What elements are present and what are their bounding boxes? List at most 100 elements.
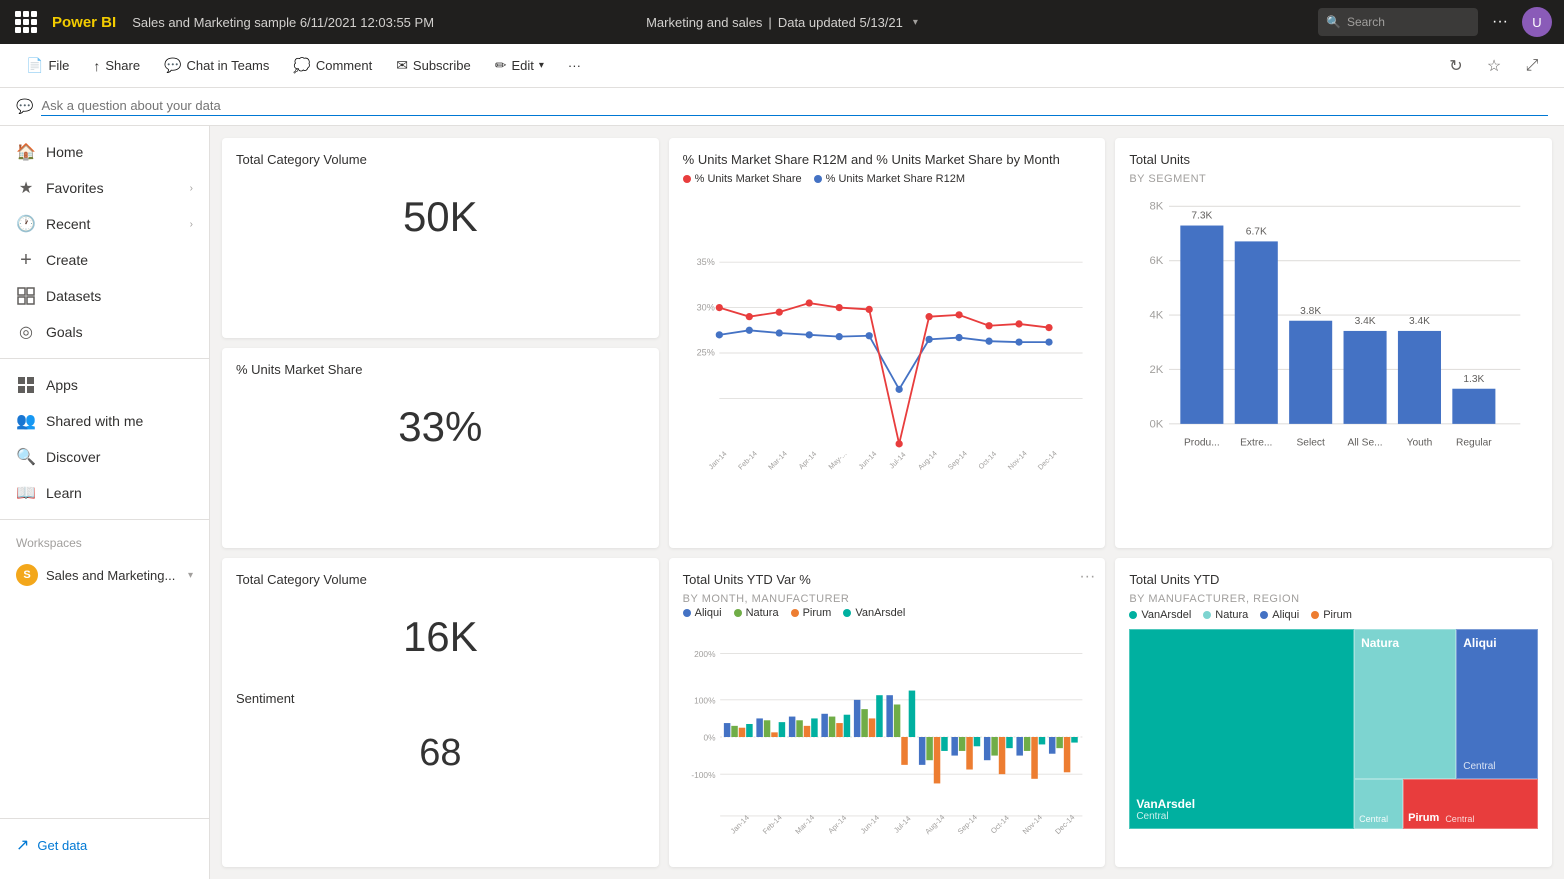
card-value: 50K xyxy=(236,173,645,261)
line-chart-legend: % Units Market Share % Units Market Shar… xyxy=(683,173,1092,185)
qna-input[interactable] xyxy=(41,98,1548,116)
sidebar-item-goals[interactable]: ◎ Goals xyxy=(0,314,209,350)
shared-icon: 👥 xyxy=(16,411,36,431)
ytd-subtitle: BY MANUFACTURER, REGION xyxy=(1129,593,1538,605)
fullscreen-button[interactable]: ⤢ xyxy=(1516,50,1548,82)
teams-icon: 💬 xyxy=(164,57,181,74)
svg-text:Jul-14: Jul-14 xyxy=(892,814,913,835)
sidebar-item-learn[interactable]: 📖 Learn xyxy=(0,475,209,511)
sidebar-item-discover[interactable]: 🔍 Discover xyxy=(0,439,209,475)
treemap-vanardel[interactable]: VanArsdel Central xyxy=(1129,629,1354,829)
svg-text:Nov-14: Nov-14 xyxy=(1005,449,1028,472)
subscribe-icon: ✉ xyxy=(396,57,408,74)
svg-text:35%: 35% xyxy=(696,257,714,267)
ytd-legend: VanArsdel Natura Aliqui Pirum xyxy=(1129,609,1538,621)
topbar-right: 🔍 Search ··· U xyxy=(1318,7,1552,37)
svg-text:3.8K: 3.8K xyxy=(1301,306,1322,317)
svg-text:Oct-14: Oct-14 xyxy=(976,449,998,471)
card-line-chart: % Units Market Share R12M and % Units Ma… xyxy=(669,138,1106,548)
ytd-title: Total Units YTD xyxy=(1129,572,1538,587)
sidebar-workspace[interactable]: S Sales and Marketing... ▾ xyxy=(0,558,209,592)
center-info: Marketing and sales | Data updated 5/13/… xyxy=(646,15,918,30)
main-layout: 🏠 Home ★ Favorites › 🕐 Recent › + Create… xyxy=(0,126,1564,879)
svg-text:25%: 25% xyxy=(696,348,714,358)
refresh-button[interactable]: ↻ xyxy=(1440,50,1472,82)
svg-text:-100%: -100% xyxy=(691,770,716,780)
sidebar: 🏠 Home ★ Favorites › 🕐 Recent › + Create… xyxy=(0,126,210,879)
card-total-category-volume-1: Total Category Volume 50K xyxy=(222,138,659,338)
total-units-title: Total Units xyxy=(1129,152,1538,167)
card-total-units-ytd: Total Units YTD BY MANUFACTURER, REGION … xyxy=(1115,558,1552,867)
svg-text:0%: 0% xyxy=(703,733,716,743)
waffle-menu[interactable] xyxy=(12,8,40,36)
svg-text:8K: 8K xyxy=(1150,201,1164,213)
legend-dot xyxy=(683,175,691,183)
svg-text:2K: 2K xyxy=(1150,364,1164,376)
svg-text:6K: 6K xyxy=(1150,255,1164,267)
qna-icon: 💬 xyxy=(16,98,33,115)
sidebar-item-workspaces[interactable]: Workspaces xyxy=(0,528,209,558)
treemap-natura-central[interactable]: Central xyxy=(1354,779,1403,829)
share-button[interactable]: ↑ Share xyxy=(83,53,150,79)
ellipsis-button[interactable]: ··· xyxy=(1486,8,1514,36)
card-total-units: Total Units BY SEGMENT 8K 6K 4K 2K 0K 7.… xyxy=(1115,138,1552,548)
svg-text:200%: 200% xyxy=(694,649,716,659)
chat-in-teams-button[interactable]: 💬 Chat in Teams xyxy=(154,52,279,79)
svg-text:Dec-14: Dec-14 xyxy=(1035,449,1058,472)
get-data-button[interactable]: ↗ Get data xyxy=(0,827,209,863)
chevron-right-icon: › xyxy=(190,183,193,194)
comment-button[interactable]: 💭 Comment xyxy=(283,52,382,79)
subtoolbar-right-actions: ↻ ☆ ⤢ xyxy=(1440,50,1548,82)
svg-text:Extre...: Extre... xyxy=(1240,437,1272,448)
subscribe-button[interactable]: ✉ Subscribe xyxy=(386,52,481,79)
search-box[interactable]: 🔍 Search xyxy=(1318,8,1478,36)
card-title-2: Total Category Volume xyxy=(236,572,645,587)
ytd-var-subtitle: BY MONTH, MANUFACTURER xyxy=(683,593,850,605)
favorite-button[interactable]: ☆ xyxy=(1478,50,1510,82)
more-options-button[interactable]: ··· xyxy=(558,53,591,78)
file-button[interactable]: 📄 File xyxy=(16,52,79,79)
topbar: Power BI Sales and Marketing sample 6/11… xyxy=(0,0,1564,44)
svg-text:Jan-14: Jan-14 xyxy=(706,449,728,471)
legend-item-units-market-share: % Units Market Share xyxy=(683,173,802,185)
total-units-subtitle: BY SEGMENT xyxy=(1129,173,1538,185)
sidebar-item-shared[interactable]: 👥 Shared with me xyxy=(0,403,209,439)
chevron-right-icon: › xyxy=(190,219,193,230)
home-icon: 🏠 xyxy=(16,142,36,162)
user-avatar[interactable]: U xyxy=(1522,7,1552,37)
qna-bar: 💬 xyxy=(0,88,1564,126)
sidebar-item-favorites[interactable]: ★ Favorites › xyxy=(0,170,209,206)
units-market-share-title: % Units Market Share xyxy=(236,362,645,377)
file-icon: 📄 xyxy=(26,57,43,74)
svg-text:Feb-14: Feb-14 xyxy=(736,449,759,472)
svg-text:Jun-14: Jun-14 xyxy=(856,449,878,471)
treemap-aliqui[interactable]: Aliqui Central xyxy=(1456,629,1538,779)
main-content: Total Category Volume 50K % Units Market… xyxy=(210,126,1564,879)
datasets-icon xyxy=(16,286,36,306)
card-menu-icon[interactable]: ··· xyxy=(1079,568,1095,586)
subtoolbar: 📄 File ↑ Share 💬 Chat in Teams 💭 Comment… xyxy=(0,44,1564,88)
svg-text:Regular: Regular xyxy=(1456,437,1492,448)
sidebar-item-recent[interactable]: 🕐 Recent › xyxy=(0,206,209,242)
edit-button[interactable]: ✏ Edit ▾ xyxy=(485,52,554,79)
sidebar-item-datasets[interactable]: Datasets xyxy=(0,278,209,314)
svg-text:Apr-14: Apr-14 xyxy=(826,813,848,835)
comment-icon: 💭 xyxy=(293,57,310,74)
dropdown-caret-icon[interactable]: ▾ xyxy=(913,17,918,28)
svg-text:All Se...: All Se... xyxy=(1348,437,1383,448)
app-brand: Power BI xyxy=(52,14,116,31)
sentiment-title: Sentiment xyxy=(236,691,645,706)
get-data-icon: ↗ xyxy=(16,835,29,855)
treemap-pirum[interactable]: Pirum Central xyxy=(1403,779,1538,829)
treemap-natura[interactable]: Natura xyxy=(1354,629,1456,779)
ellipsis-icon: ··· xyxy=(1492,13,1508,31)
sidebar-item-apps[interactable]: Apps xyxy=(0,367,209,403)
sidebar-item-home[interactable]: 🏠 Home xyxy=(0,134,209,170)
sidebar-item-create[interactable]: + Create xyxy=(0,242,209,278)
card-value-2: 16K xyxy=(236,593,645,681)
apps-icon xyxy=(16,375,36,395)
svg-text:Select: Select xyxy=(1297,437,1325,448)
svg-text:Sep-14: Sep-14 xyxy=(946,449,969,472)
svg-text:Mar-14: Mar-14 xyxy=(766,449,789,472)
line-chart-svg: 35% 30% 25% xyxy=(683,193,1092,513)
